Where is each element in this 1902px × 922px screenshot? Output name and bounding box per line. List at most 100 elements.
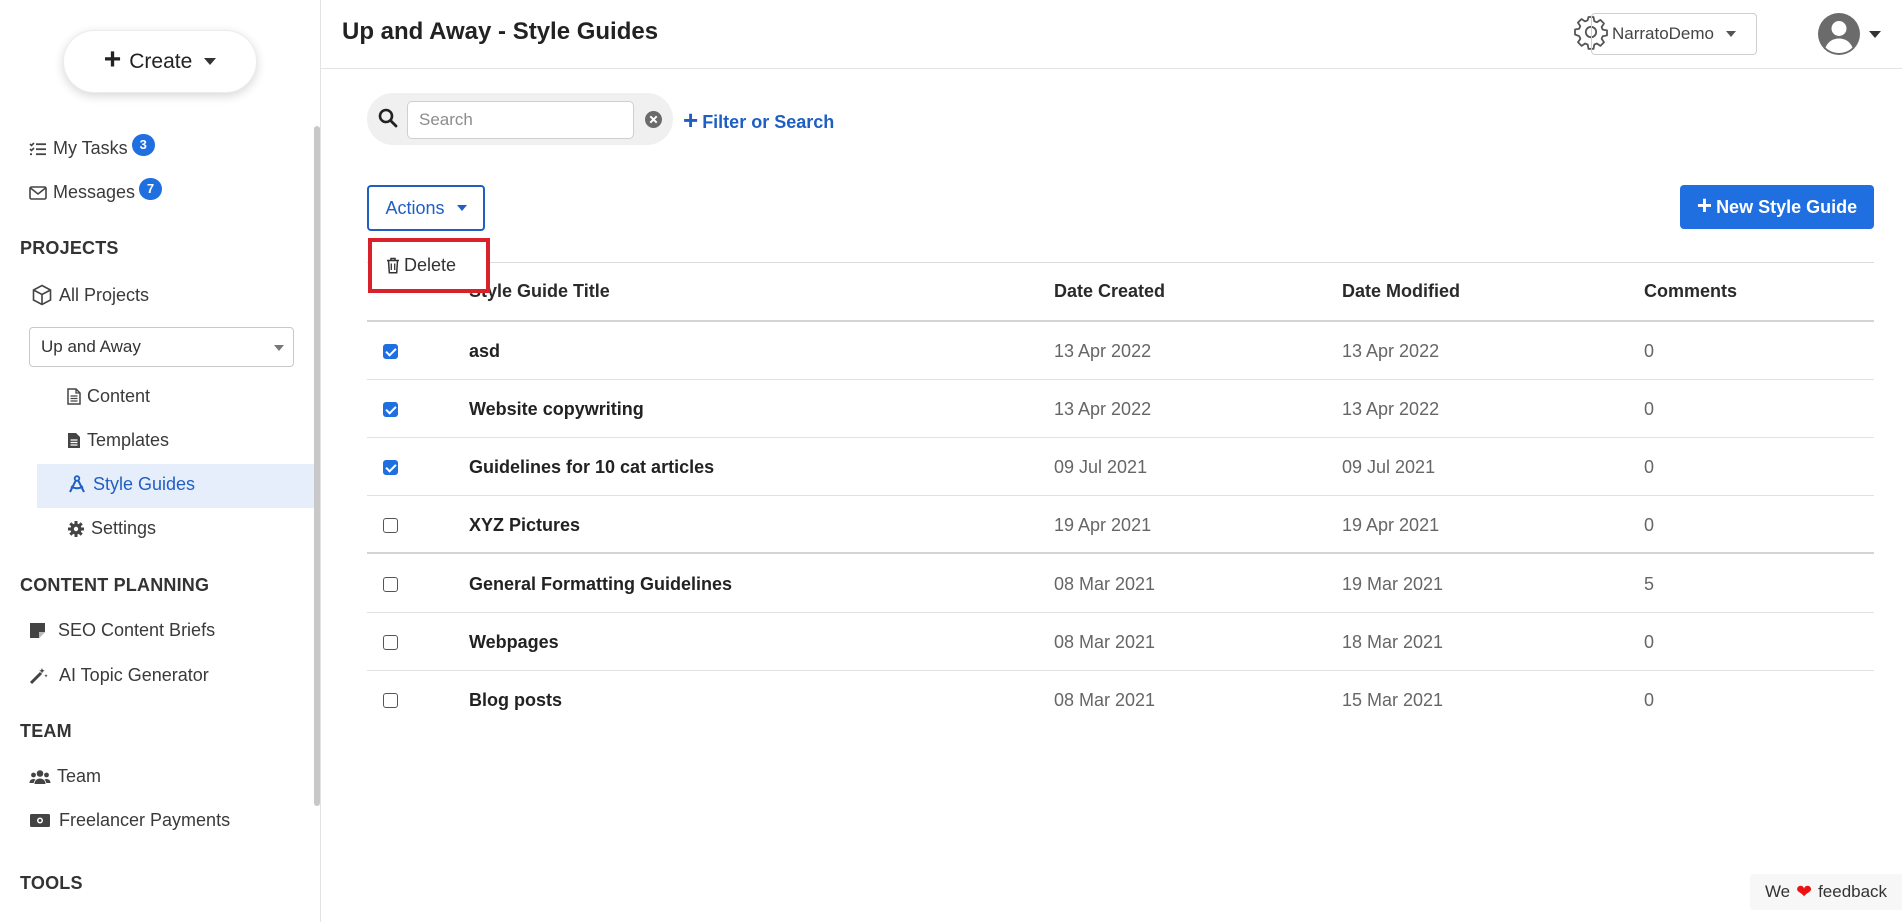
- row-checkbox[interactable]: [383, 460, 398, 475]
- comments-count: 0: [1644, 515, 1655, 535]
- sidebar-item-label: SEO Content Briefs: [58, 620, 216, 640]
- sidebar-item-label: Team: [57, 766, 102, 786]
- sidebar-item-label: AI Topic Generator: [59, 665, 209, 685]
- row-checkbox[interactable]: [383, 577, 398, 592]
- feedback-prefix: We: [1764, 882, 1791, 901]
- sidebar-item-team[interactable]: Team: [29, 766, 101, 787]
- style-guide-title[interactable]: XYZ Pictures: [469, 515, 580, 536]
- sticky-note-icon: [30, 623, 45, 638]
- sidebar-item-label: Freelancer Payments: [59, 810, 231, 830]
- sidebar-scrollbar[interactable]: [314, 126, 320, 806]
- comments-count: 0: [1644, 632, 1655, 652]
- sidebar: + Create My Tasks 3 Messages 7 PROJECTS …: [0, 0, 321, 922]
- sidebar-item-settings[interactable]: Settings: [67, 518, 156, 539]
- actions-dropdown-button[interactable]: Actions: [367, 185, 485, 231]
- table-row[interactable]: asd 13 Apr 2022 13 Apr 2022 0: [367, 322, 1874, 380]
- sidebar-item-all-projects[interactable]: All Projects: [31, 284, 149, 306]
- style-guide-title[interactable]: Blog posts: [469, 690, 562, 711]
- gear-icon: [68, 520, 84, 537]
- sidebar-item-label: Settings: [91, 518, 157, 538]
- table-row[interactable]: General Formatting Guidelines 08 Mar 202…: [367, 555, 1874, 613]
- sidebar-item-my-tasks[interactable]: My Tasks 3: [29, 133, 155, 159]
- sidebar-item-label: All Projects: [59, 284, 150, 305]
- column-header-date-modified[interactable]: Date Modified: [1342, 281, 1460, 302]
- table-row[interactable]: Blog posts 08 Mar 2021 15 Mar 2021 0: [367, 671, 1874, 729]
- tasks-icon: [29, 141, 46, 155]
- page-title: Up and Away - Style Guides: [342, 18, 659, 45]
- comments-count: 5: [1644, 574, 1655, 594]
- style-guide-title[interactable]: Webpages: [469, 632, 559, 653]
- projects-section-title: PROJECTS: [20, 238, 119, 258]
- delete-menu-item[interactable]: Delete: [368, 238, 490, 293]
- sidebar-item-content[interactable]: Content: [67, 386, 150, 407]
- comments-count: 0: [1644, 341, 1655, 361]
- comments-count: 0: [1644, 457, 1655, 477]
- sidebar-item-templates[interactable]: Templates: [67, 430, 169, 451]
- chevron-down-icon: [1869, 30, 1881, 38]
- style-guide-title[interactable]: asd: [469, 341, 500, 362]
- column-header-date-created[interactable]: Date Created: [1054, 281, 1165, 302]
- date-modified: 15 Mar 2021: [1342, 690, 1444, 710]
- delete-label: Delete: [404, 255, 457, 275]
- row-checkbox[interactable]: [383, 635, 398, 650]
- messages-count-badge: 7: [139, 177, 163, 200]
- create-label: Create: [129, 49, 193, 73]
- table-row[interactable]: Guidelines for 10 cat articles 09 Jul 20…: [367, 438, 1874, 496]
- project-select[interactable]: Up and Away: [29, 327, 294, 367]
- chevron-down-icon: [274, 345, 284, 351]
- plus-icon: +: [683, 105, 699, 135]
- date-created: 13 Apr 2022: [1054, 399, 1152, 419]
- sidebar-item-seo-briefs[interactable]: SEO Content Briefs: [29, 620, 215, 641]
- row-checkbox[interactable]: [383, 693, 398, 708]
- account-name: NarratoDemo: [1611, 24, 1715, 43]
- tools-section-title: TOOLS: [20, 873, 83, 893]
- column-header-title[interactable]: Style Guide Title: [469, 281, 610, 302]
- magic-wand-icon: [29, 667, 48, 684]
- chevron-down-icon: [456, 205, 467, 211]
- date-created: 08 Mar 2021: [1054, 632, 1156, 652]
- account-dropdown-button[interactable]: NarratoDemo: [1591, 13, 1757, 55]
- sidebar-item-label: My Tasks: [53, 138, 128, 158]
- style-guide-title[interactable]: Guidelines for 10 cat articles: [469, 457, 714, 478]
- money-icon: [30, 814, 50, 827]
- sidebar-item-label: Templates: [87, 430, 170, 450]
- style-guide-title[interactable]: General Formatting Guidelines: [469, 574, 732, 595]
- sidebar-item-messages[interactable]: Messages 7: [29, 177, 163, 203]
- comments-count: 0: [1644, 399, 1655, 419]
- row-checkbox[interactable]: [383, 344, 398, 359]
- sidebar-item-style-guides[interactable]: Style Guides: [67, 474, 195, 495]
- content-planning-section-title: CONTENT PLANNING: [20, 575, 210, 595]
- date-created: 19 Apr 2021: [1054, 515, 1152, 535]
- table-row[interactable]: Website copywriting 13 Apr 2022 13 Apr 2…: [367, 380, 1874, 438]
- avatar: [1818, 13, 1860, 55]
- table-row[interactable]: Webpages 08 Mar 2021 18 Mar 2021 0: [367, 613, 1874, 671]
- clear-search-icon[interactable]: [644, 110, 663, 129]
- sidebar-item-label: Messages: [53, 182, 136, 202]
- cube-icon: [32, 284, 52, 306]
- date-modified: 19 Apr 2021: [1342, 515, 1440, 535]
- create-button[interactable]: + Create: [63, 30, 257, 93]
- sidebar-item-ai-topic-generator[interactable]: AI Topic Generator: [29, 665, 209, 686]
- date-modified: 19 Mar 2021: [1342, 574, 1444, 594]
- date-created: 08 Mar 2021: [1054, 574, 1156, 594]
- new-style-guide-label: New Style Guide: [1716, 196, 1858, 217]
- actions-label: Actions: [385, 197, 445, 218]
- envelope-icon: [29, 185, 47, 200]
- filter-or-search-link[interactable]: + Filter or Search: [683, 105, 835, 136]
- sidebar-item-freelancer-payments[interactable]: Freelancer Payments: [29, 810, 230, 831]
- style-guide-title[interactable]: Website copywriting: [469, 399, 644, 420]
- row-checkbox[interactable]: [383, 402, 398, 417]
- new-style-guide-button[interactable]: + New Style Guide: [1680, 185, 1874, 229]
- row-checkbox[interactable]: [383, 518, 398, 533]
- filter-label: Filter or Search: [702, 111, 835, 132]
- heart-icon: ❤: [1796, 881, 1813, 903]
- feedback-button[interactable]: We ❤ feedback: [1750, 874, 1902, 910]
- user-menu-button[interactable]: [1817, 11, 1889, 57]
- column-header-comments[interactable]: Comments: [1644, 281, 1737, 302]
- tasks-count-badge: 3: [131, 133, 155, 156]
- chevron-down-icon: [1726, 31, 1737, 37]
- compass-drafting-icon: [69, 475, 85, 493]
- table-row[interactable]: XYZ Pictures 19 Apr 2021 19 Apr 2021 0: [367, 496, 1874, 554]
- plus-icon: +: [103, 43, 122, 76]
- search-input[interactable]: [407, 101, 634, 139]
